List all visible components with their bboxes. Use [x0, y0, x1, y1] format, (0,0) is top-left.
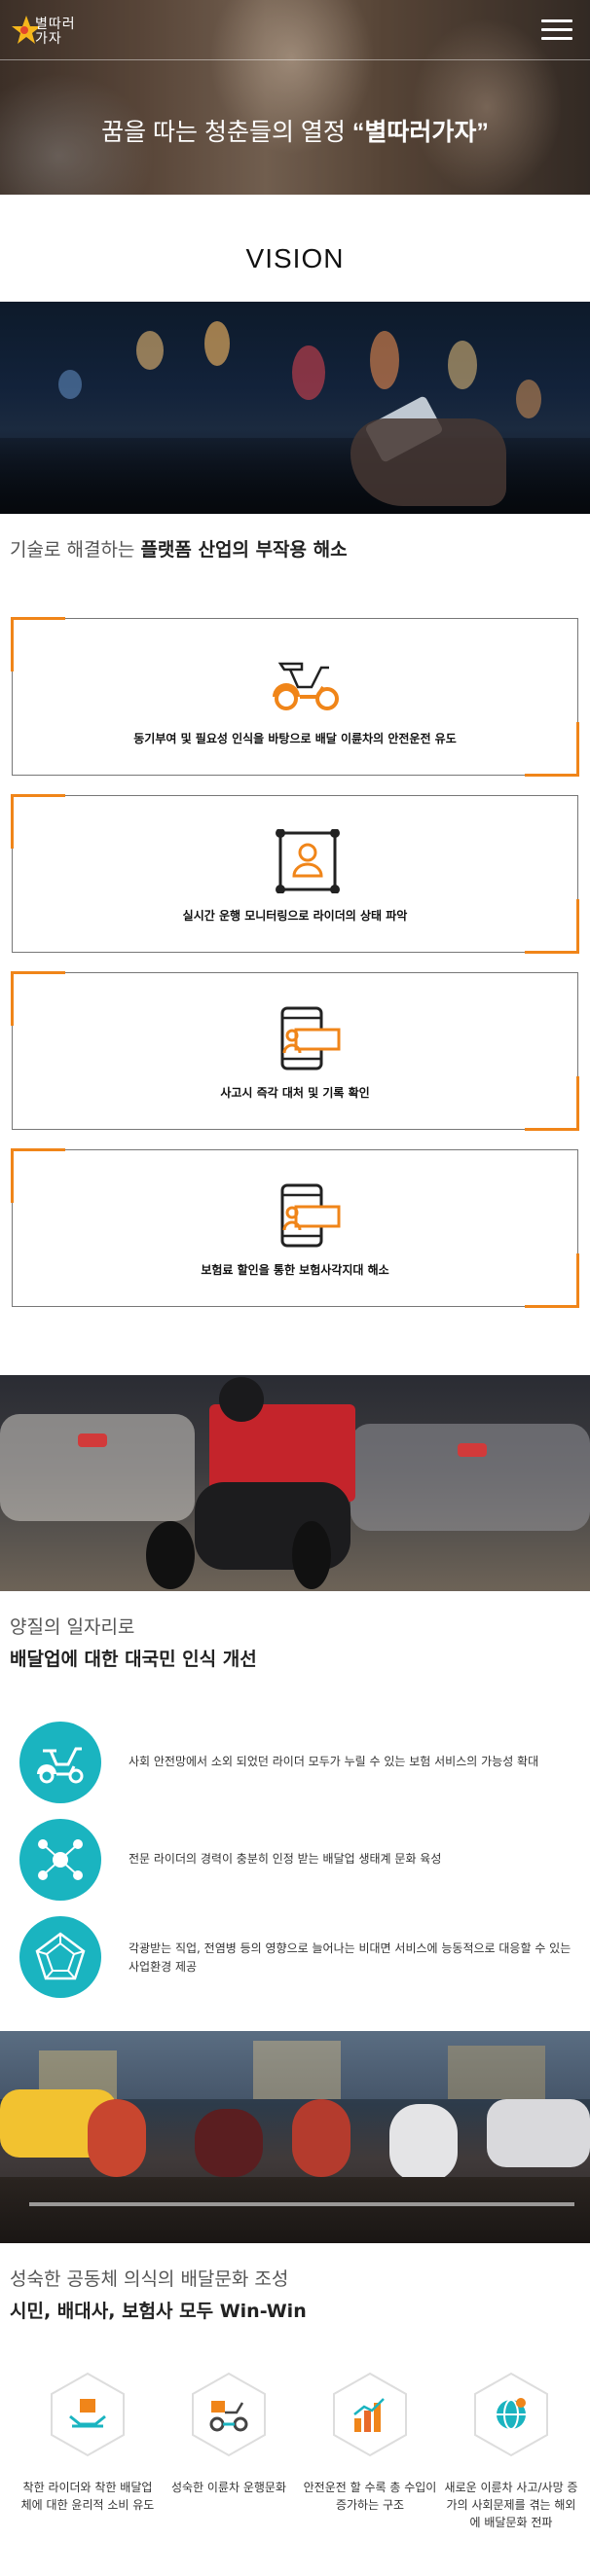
vision-heading-bold: 플랫폼 산업의 부작용 해소: [140, 539, 348, 561]
street-riders-photo: [0, 2031, 590, 2243]
hero-title-highlight: “별따러가자”: [351, 119, 489, 146]
hero-title: 꿈을 따는 청춘들의 열정 “별따러가자”: [0, 113, 590, 148]
top-nav: 별따러 가자: [0, 0, 590, 60]
list-item: 새로운 이륜차 사고/사망 증가의 사회문제를 겪는 해외에 배달문화 전파: [443, 2372, 579, 2531]
list-item: 착한 라이더와 착한 배달업체에 대한 윤리적 소비 유도: [19, 2372, 156, 2514]
community-heading-line1: 성숙한 공동체 의식의 배달문화 조성: [10, 2268, 289, 2290]
community-benefit-list: 착한 라이더와 착한 배달업체에 대한 윤리적 소비 유도 성숙한 이륜차 운행…: [0, 2372, 590, 2576]
feature-card: 실시간 운행 모니터링으로 라이더의 상태 파악: [11, 794, 579, 954]
feature-card-label: 동기부여 및 필요성 인식을 바탕으로 배달 이륜차의 안전운전 유도: [133, 732, 457, 745]
list-item: 성숙한 이륜차 운행문화: [161, 2372, 297, 2496]
delivery-rider-photo: [0, 1375, 590, 1591]
jobs-heading-line2: 배달업에 대한 대국민 인식 개선: [10, 1649, 257, 1670]
bar-chart-icon: [353, 2398, 385, 2432]
feature-card-label: 보험료 할인을 통한 보험사각지대 해소: [201, 1263, 389, 1277]
list-item-text: 각광받는 직업, 전염병 등의 영향으로 늘어나는 비대면 서비스에 능동적으로…: [129, 1941, 572, 1974]
hero-banner: 별따러 가자 꿈을 따는 청춘들의 열정 “별따러가자”: [0, 0, 590, 195]
community-heading: 성숙한 공동체 의식의 배달문화 조성 시민, 배대사, 보험사 모두 Win-…: [0, 2243, 590, 2323]
logo-text: 별따러 가자: [35, 17, 76, 47]
list-item: 사회 안전망에서 소외 되었던 라이더 모두가 누릴 수 있는 보험 서비스의 …: [19, 1722, 590, 1819]
list-item-text: 새로운 이륜차 사고/사망 증가의 사회문제를 겪는 해외에 배달문화 전파: [444, 2481, 578, 2529]
list-item: 안전운전 할 수록 총 수입이 증가하는 구조: [302, 2372, 438, 2514]
jobs-benefit-list: 사회 안전망에서 소외 되었던 라이더 모두가 누릴 수 있는 보험 서비스의 …: [0, 1671, 590, 2014]
globe-icon: [497, 2398, 526, 2430]
scooter-icon: [37, 1747, 84, 1784]
logo[interactable]: 별따러 가자: [10, 12, 82, 51]
list-item: 각광받는 직업, 전염병 등의 영향으로 늘어나는 비대면 서비스에 능동적으로…: [19, 1916, 590, 2014]
phone-discount-icon: [280, 1183, 341, 1248]
scooter-icon: [273, 662, 339, 710]
network-icon: [38, 1839, 83, 1880]
vision-title: VISION: [245, 243, 345, 273]
scooter-icon: [209, 2401, 248, 2432]
community-heading-line2: 시민, 배대사, 보험사 모두 Win-Win: [10, 2301, 307, 2322]
night-city-phone-photo: [0, 302, 590, 514]
list-item-text: 성숙한 이륜차 운행문화: [170, 2481, 287, 2494]
feature-card: 사고시 즉각 대처 및 기록 확인: [11, 971, 579, 1131]
list-item-text: 안전운전 할 수록 총 수입이 증가하는 구조: [303, 2481, 437, 2512]
feature-card-label: 실시간 운행 모니터링으로 라이더의 상태 파악: [182, 909, 408, 923]
list-item-text: 전문 라이더의 경력이 충분히 인정 받는 배달업 생태계 문화 육성: [129, 1852, 442, 1866]
phone-record-icon: [280, 1006, 341, 1070]
feature-card: 보험료 할인을 통한 보험사각지대 해소: [11, 1148, 579, 1308]
list-item: 전문 라이더의 경력이 충분히 인정 받는 배달업 생태계 문화 육성: [19, 1819, 590, 1916]
vision-heading: 기술로 해결하는 플랫폼 산업의 부작용 해소: [0, 514, 590, 562]
hamburger-menu-icon[interactable]: [541, 18, 572, 43]
jobs-heading-line1: 양질의 일자리로: [10, 1616, 135, 1638]
pentagon-icon: [35, 1932, 86, 1980]
list-item-text: 사회 안전망에서 소외 되었던 라이더 모두가 누릴 수 있는 보험 서비스의 …: [129, 1755, 539, 1768]
monitoring-icon: [276, 829, 340, 893]
list-item-text: 착한 라이더와 착한 배달업체에 대한 윤리적 소비 유도: [20, 2481, 155, 2512]
feature-card-list: 동기부여 및 필요성 인식을 바탕으로 배달 이륜차의 안전운전 유도 실시간 …: [0, 562, 590, 1308]
vision-heading-light: 기술로 해결하는: [10, 539, 141, 561]
feature-card-label: 사고시 즉각 대처 및 기록 확인: [220, 1086, 370, 1100]
hero-title-prefix: 꿈을 따는 청춘들의 열정: [101, 119, 352, 146]
hands-box-icon: [69, 2399, 106, 2428]
feature-card: 동기부여 및 필요성 인식을 바탕으로 배달 이륜차의 안전운전 유도: [11, 617, 579, 777]
jobs-heading: 양질의 일자리로 배달업에 대한 대국민 인식 개선: [0, 1591, 590, 1671]
